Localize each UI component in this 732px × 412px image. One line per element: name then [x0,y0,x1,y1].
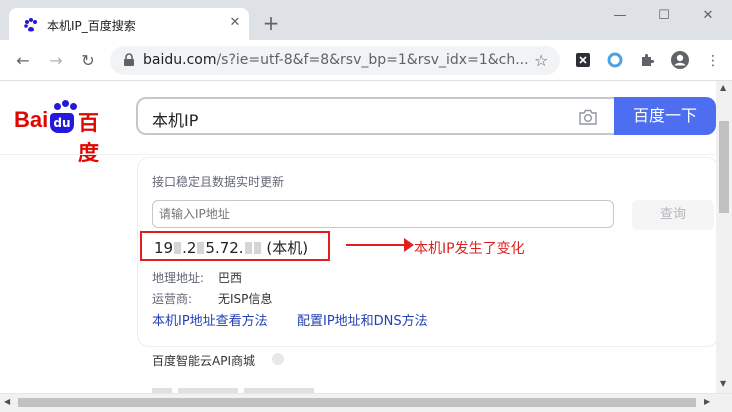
logo-paw-dot [62,100,69,107]
extensions-puzzle-icon[interactable] [639,52,655,68]
redaction-blur [197,242,205,254]
menu-kebab-icon[interactable]: ⋮ [702,50,724,72]
scroll-up-icon[interactable]: ▲ [720,83,726,92]
logo-paw-dot [54,103,61,110]
annotation-arrow-line [346,244,408,246]
ip-view-method-link[interactable]: 本机IP地址查看方法 [152,310,268,329]
logo-badge: du [50,113,74,133]
ip-highlight-box: 19 .2 5.72. (本机) [140,231,330,261]
reload-icon[interactable]: ↻ [77,50,99,72]
lock-icon [124,53,134,66]
ip-address-input[interactable] [152,200,614,228]
card-hint: 接口稳定且数据实时更新 [152,175,285,189]
extension-x-icon[interactable] [575,52,591,68]
redaction-blur [244,242,252,254]
logo-paw-dot [70,103,77,110]
ip-part: 5.72. [205,239,244,257]
search-input[interactable]: 本机IP [136,97,614,135]
logo-cn: 百度 [78,111,99,165]
ip-suffix: (本机) [266,239,309,257]
search-button[interactable]: 百度一下 [614,97,716,135]
browser-toolbar: ← → ↻ baidu.com/s?ie=utf-8&f=8&rsv_bp=1&… [0,40,732,81]
page-content: Bai du 百度 本机IP 百度一下 接口稳定且数据实时更新 查询 19 .2 5… [0,81,716,393]
maximize-icon[interactable]: ☐ [654,8,674,24]
scroll-right-icon[interactable]: ▶ [704,397,710,406]
location-label: 地理地址: [152,271,205,285]
profile-avatar-icon[interactable] [670,50,690,70]
baidu-paw-icon [24,18,37,32]
bookmark-star-icon[interactable]: ☆ [534,51,548,70]
header-divider [0,154,716,155]
browser-window: 本机IP_百度搜索 ✕ + — ☐ ✕ ← → ↻ baidu.com/s?ie… [0,0,732,412]
vertical-scroll-thumb[interactable] [719,121,729,213]
chevron-down-icon[interactable] [272,353,284,365]
isp-label: 运营商: [152,292,193,306]
annotation-arrow-head [404,238,414,252]
tab-strip: 本机IP_百度搜索 ✕ + — ☐ ✕ [0,0,732,40]
horizontal-scroll-thumb[interactable] [18,398,696,407]
ip-dns-config-link[interactable]: 配置IP地址和DNS方法 [297,310,428,329]
ip-part: .2 [182,239,197,257]
tab-active[interactable]: 本机IP_百度搜索 ✕ [9,8,249,40]
forward-icon[interactable]: → [45,50,67,72]
logo-latin: Bai [14,107,49,132]
ip-part: 19 [154,239,174,257]
address-bar[interactable]: baidu.com/s?ie=utf-8&f=8&rsv_bp=1&rsv_id… [110,46,560,75]
new-tab-button[interactable]: + [261,13,281,34]
window-close-icon[interactable]: ✕ [698,8,718,24]
camera-icon[interactable] [578,108,598,126]
cloud-api-market-link[interactable]: 百度智能云API商城 [152,352,255,369]
scroll-down-icon[interactable]: ▼ [720,379,726,388]
query-button[interactable]: 查询 [632,200,714,230]
search-query: 本机IP [152,111,199,130]
vertical-scrollbar[interactable]: ▲ ▼ [716,81,732,393]
redaction-blur [253,242,261,254]
url-path: /s?ie=utf-8&f=8&rsv_bp=1&rsv_idx=1&ch... [216,52,529,68]
cut-off-text [152,388,314,393]
ip-value: 19 .2 5.72. (本机) [154,237,308,258]
minimize-icon[interactable]: — [610,8,630,24]
horizontal-scrollbar[interactable]: ◀ ▶ [0,393,732,412]
location-value: 巴西 [218,271,243,285]
isp-value: 无ISP信息 [218,292,273,306]
scroll-left-icon[interactable]: ◀ [4,397,10,406]
back-icon[interactable]: ← [12,50,34,72]
tab-title: 本机IP_百度搜索 [47,19,136,33]
close-tab-icon[interactable]: ✕ [227,15,243,31]
redaction-blur [174,242,182,254]
annotation-text: 本机IP发生了变化 [414,241,525,257]
url-host: baidu.com [143,52,217,68]
url-text: baidu.com/s?ie=utf-8&f=8&rsv_bp=1&rsv_id… [143,52,529,68]
extension-ring-icon[interactable] [607,52,623,68]
